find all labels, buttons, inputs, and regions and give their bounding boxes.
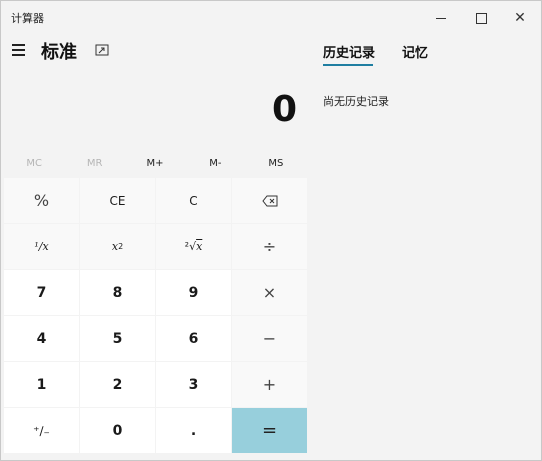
close-icon: ✕ xyxy=(514,10,526,26)
tab-memory[interactable]: 记忆 xyxy=(402,42,428,61)
app-title: 计算器 xyxy=(11,12,44,25)
title-bar: 计算器 ✕ xyxy=(1,1,541,35)
memory-recall-button[interactable]: MR xyxy=(64,153,124,175)
negate-button[interactable]: ⁺∕₋ xyxy=(4,408,79,453)
maximize-button[interactable] xyxy=(462,1,500,35)
backspace-icon xyxy=(261,195,277,206)
calculator-window: 计算器 ✕ 标准 0 MC MR M+ M- MS % CE C ¹∕x x 2… xyxy=(0,0,542,461)
clear-button[interactable]: C xyxy=(156,178,231,223)
minimize-button[interactable] xyxy=(422,1,460,35)
square-button[interactable]: x2 xyxy=(80,224,155,269)
digit-1-button[interactable]: 1 xyxy=(4,362,79,407)
memory-store-button[interactable]: MS xyxy=(246,153,306,175)
digit-6-button[interactable]: 6 xyxy=(156,316,231,361)
percent-button[interactable]: % xyxy=(4,178,79,223)
minus-button[interactable]: − xyxy=(232,316,307,361)
keep-on-top-icon[interactable] xyxy=(94,42,110,58)
digit-7-button[interactable]: 7 xyxy=(4,270,79,315)
multiply-button[interactable]: × xyxy=(232,270,307,315)
maximize-icon xyxy=(475,12,487,24)
backspace-button[interactable] xyxy=(232,178,307,223)
result-display: 0 xyxy=(271,89,297,130)
hamburger-menu-icon[interactable] xyxy=(10,41,28,57)
digit-3-button[interactable]: 3 xyxy=(156,362,231,407)
memory-add-button[interactable]: M+ xyxy=(125,153,185,175)
clear-entry-button[interactable]: CE xyxy=(80,178,155,223)
square-root-operand: x xyxy=(196,240,203,253)
mode-title: 标准 xyxy=(41,42,77,63)
decimal-button[interactable]: . xyxy=(156,408,231,453)
digit-2-button[interactable]: 2 xyxy=(80,362,155,407)
close-button[interactable]: ✕ xyxy=(501,1,539,35)
memory-clear-button[interactable]: MC xyxy=(4,153,64,175)
square-root-button[interactable]: ²√ x xyxy=(156,224,231,269)
reciprocal-button[interactable]: ¹∕x xyxy=(4,224,79,269)
memory-row: MC MR M+ M- MS xyxy=(4,153,306,175)
empty-history-message: 尚无历史记录 xyxy=(323,95,389,108)
digit-5-button[interactable]: 5 xyxy=(80,316,155,361)
equals-button[interactable]: = xyxy=(232,408,307,453)
digit-8-button[interactable]: 8 xyxy=(80,270,155,315)
active-tab-indicator xyxy=(323,64,373,66)
digit-9-button[interactable]: 9 xyxy=(156,270,231,315)
minimize-icon xyxy=(436,17,446,19)
square-exponent-label: 2 xyxy=(118,242,124,251)
digit-0-button[interactable]: 0 xyxy=(80,408,155,453)
digit-4-button[interactable]: 4 xyxy=(4,316,79,361)
divide-button[interactable]: ÷ xyxy=(232,224,307,269)
memory-subtract-button[interactable]: M- xyxy=(185,153,245,175)
keypad: % CE C ¹∕x x2 ²√ x ÷ 7 8 9 × 4 5 6 − 1 2 … xyxy=(4,178,307,455)
square-root-symbol: ²√ xyxy=(184,240,197,253)
plus-button[interactable]: + xyxy=(232,362,307,407)
tab-history[interactable]: 历史记录 xyxy=(323,42,375,61)
